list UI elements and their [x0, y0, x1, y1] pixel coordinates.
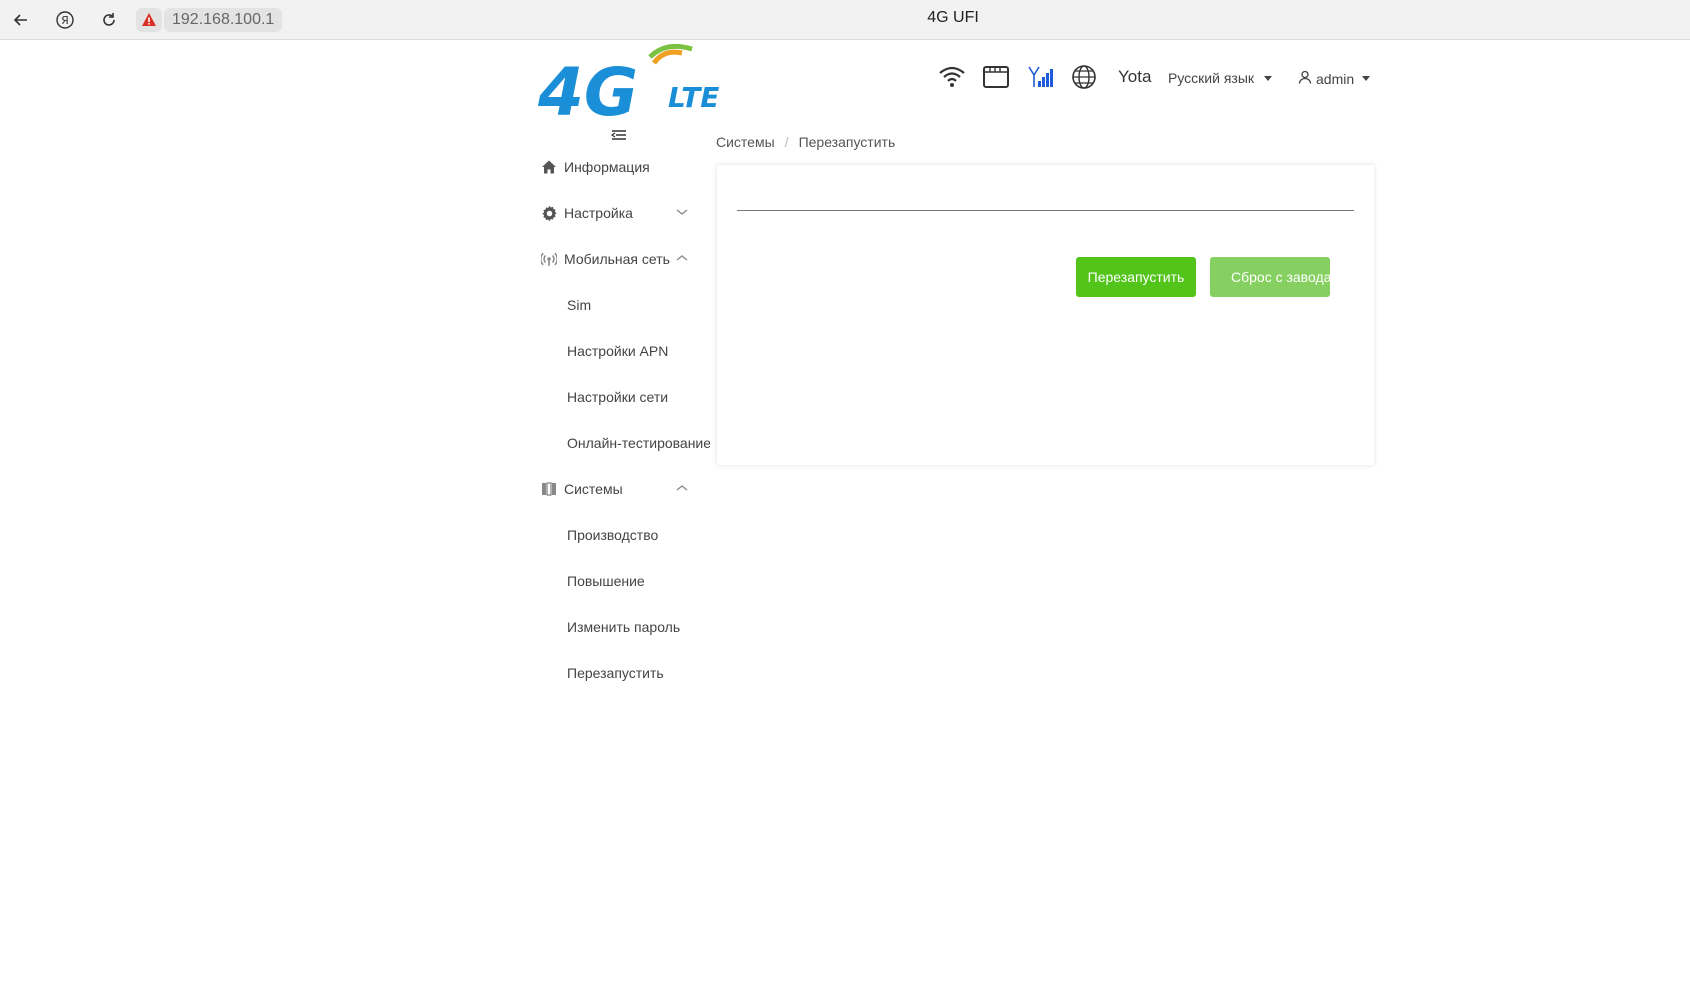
operator-name: Yota — [1118, 67, 1152, 86]
divider — [737, 210, 1354, 211]
restart-card: Перезапустить Сброс с завода — [717, 165, 1374, 465]
sidebar-item-label: Системы — [564, 481, 623, 497]
language-label: Русский язык — [1168, 70, 1255, 86]
breadcrumb-separator: / — [784, 134, 789, 150]
browser-toolbar: Я 192.168.100.1 4G UFI — [0, 0, 1690, 40]
caret-down-icon — [1264, 75, 1273, 81]
sidebar-item-settings[interactable]: Настройка — [540, 190, 710, 236]
user-name: admin — [1316, 70, 1355, 87]
sidebar-item-systems[interactable]: Системы — [540, 466, 710, 512]
header-status-bar: Yota — [936, 63, 1151, 91]
chevron-down-icon — [676, 209, 688, 215]
system-icon — [540, 480, 558, 498]
menu-collapse-icon[interactable] — [607, 125, 629, 145]
page-tab-title: 4G UFI — [927, 9, 979, 26]
sidebar-subitem-network-settings[interactable]: Настройки сети — [540, 374, 710, 420]
chevron-up-icon — [676, 255, 688, 261]
sidebar-subitem-upgrade[interactable]: Повышение — [540, 558, 710, 604]
sidebar-subitem-change-password[interactable]: Изменить пароль — [540, 604, 710, 650]
signal-strength-icon[interactable] — [1024, 63, 1056, 91]
sidebar-item-label: Мобильная сеть — [564, 251, 670, 267]
sidebar-subitem-sim[interactable]: Sim — [540, 282, 710, 328]
user-dropdown[interactable]: admin — [1298, 70, 1371, 87]
sidebar-item-mobile-network[interactable]: Мобильная сеть — [540, 236, 710, 282]
language-dropdown[interactable]: Русский язык — [1168, 70, 1273, 86]
sidebar-menu: Информация Настройка Мобильная сеть Sim … — [540, 144, 710, 696]
sd-card-icon[interactable] — [980, 63, 1012, 91]
wifi-icon[interactable] — [936, 63, 968, 91]
lte-logo: 4G LTE — [536, 43, 746, 131]
router-admin-page: 4G LTE Yota Русский язык admin Информаци… — [0, 41, 1690, 1004]
breadcrumb-parent[interactable]: Системы — [716, 134, 775, 150]
sidebar-item-info[interactable]: Информация — [540, 144, 710, 190]
sidebar-subitem-production[interactable]: Производство — [540, 512, 710, 558]
svg-text:LTE: LTE — [668, 81, 719, 114]
sidebar-item-label: Настройка — [564, 205, 633, 221]
svg-text:4G: 4G — [537, 54, 638, 125]
signal-icon — [540, 250, 558, 268]
factory-reset-button[interactable]: Сброс с завода — [1210, 257, 1330, 297]
user-icon — [1298, 70, 1312, 87]
gear-icon — [540, 204, 558, 222]
globe-icon[interactable] — [1068, 63, 1100, 91]
restart-button[interactable]: Перезапустить — [1076, 257, 1196, 297]
sidebar-subitem-online-test[interactable]: Онлайн-тестирование — [540, 420, 710, 466]
sidebar-item-label: Информация — [564, 159, 650, 175]
sidebar-subitem-restart[interactable]: Перезапустить — [540, 650, 710, 696]
home-icon — [540, 158, 558, 176]
caret-down-icon — [1362, 76, 1371, 81]
sidebar-subitem-apn-settings[interactable]: Настройки APN — [540, 328, 710, 374]
breadcrumb-current: Перезапустить — [798, 134, 896, 150]
breadcrumb: Системы / Перезапустить — [716, 134, 895, 150]
chevron-up-icon — [676, 485, 688, 491]
